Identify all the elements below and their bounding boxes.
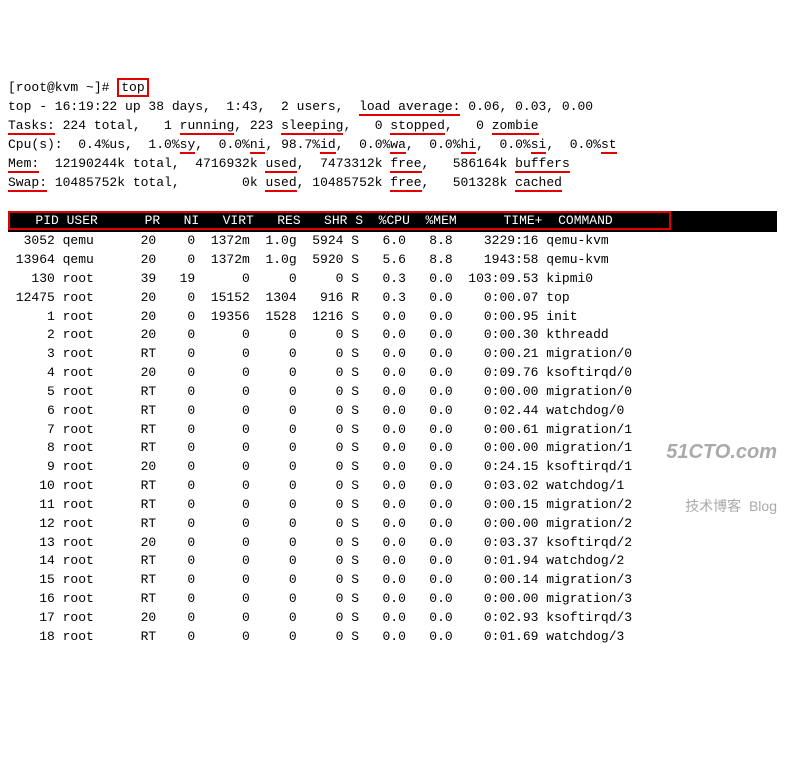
table-row: 18 root RT 0 0 0 0 S 0.0 0.0 0:01.69 wat…	[8, 628, 777, 647]
table-row: 1 root 20 0 19356 1528 1216 S 0.0 0.0 0:…	[8, 308, 777, 327]
table-row: 5 root RT 0 0 0 0 S 0.0 0.0 0:00.00 migr…	[8, 383, 777, 402]
table-row: 9 root 20 0 0 0 0 S 0.0 0.0 0:24.15 ksof…	[8, 458, 777, 477]
table-row: 12475 root 20 0 15152 1304 916 R 0.3 0.0…	[8, 289, 777, 308]
table-row: 15 root RT 0 0 0 0 S 0.0 0.0 0:00.14 mig…	[8, 571, 777, 590]
summary-swap: Swap: 10485752k total, 0k used, 10485752…	[8, 174, 777, 193]
table-header: PID USER PR NI VIRT RES SHR S %CPU %MEM …	[8, 211, 777, 232]
blank-line	[8, 192, 777, 211]
table-row: 3 root RT 0 0 0 0 S 0.0 0.0 0:00.21 migr…	[8, 345, 777, 364]
table-row: 16 root RT 0 0 0 0 S 0.0 0.0 0:00.00 mig…	[8, 590, 777, 609]
table-row: 13 root 20 0 0 0 0 S 0.0 0.0 0:03.37 kso…	[8, 534, 777, 553]
table-row: 3052 qemu 20 0 1372m 1.0g 5924 S 6.0 8.8…	[8, 232, 777, 251]
table-row: 6 root RT 0 0 0 0 S 0.0 0.0 0:02.44 watc…	[8, 402, 777, 421]
table-row: 7 root RT 0 0 0 0 S 0.0 0.0 0:00.61 migr…	[8, 421, 777, 440]
table-row: 17 root 20 0 0 0 0 S 0.0 0.0 0:02.93 kso…	[8, 609, 777, 628]
table-row: 130 root 39 19 0 0 0 S 0.3 0.0 103:09.53…	[8, 270, 777, 289]
table-row: 4 root 20 0 0 0 0 S 0.0 0.0 0:09.76 ksof…	[8, 364, 777, 383]
table-row: 11 root RT 0 0 0 0 S 0.0 0.0 0:00.15 mig…	[8, 496, 777, 515]
table-row: 12 root RT 0 0 0 0 S 0.0 0.0 0:00.00 mig…	[8, 515, 777, 534]
table-row: 13964 qemu 20 0 1372m 1.0g 5920 S 5.6 8.…	[8, 251, 777, 270]
table-row: 8 root RT 0 0 0 0 S 0.0 0.0 0:00.00 migr…	[8, 439, 777, 458]
table-row: 2 root 20 0 0 0 0 S 0.0 0.0 0:00.30 kthr…	[8, 326, 777, 345]
prompt-line: [root@kvm ~]# top	[8, 79, 777, 98]
terminal-output: [root@kvm ~]# toptop - 16:19:22 up 38 da…	[8, 79, 777, 646]
command: top	[117, 78, 148, 97]
summary-tasks: Tasks: 224 total, 1 running, 223 sleepin…	[8, 117, 777, 136]
table-row: 10 root RT 0 0 0 0 S 0.0 0.0 0:03.02 wat…	[8, 477, 777, 496]
summary-cpu: Cpu(s): 0.4%us, 1.0%sy, 0.0%ni, 98.7%id,…	[8, 136, 777, 155]
summary-uptime: top - 16:19:22 up 38 days, 1:43, 2 users…	[8, 98, 777, 117]
table-row: 14 root RT 0 0 0 0 S 0.0 0.0 0:01.94 wat…	[8, 552, 777, 571]
summary-mem: Mem: 12190244k total, 4716932k used, 747…	[8, 155, 777, 174]
